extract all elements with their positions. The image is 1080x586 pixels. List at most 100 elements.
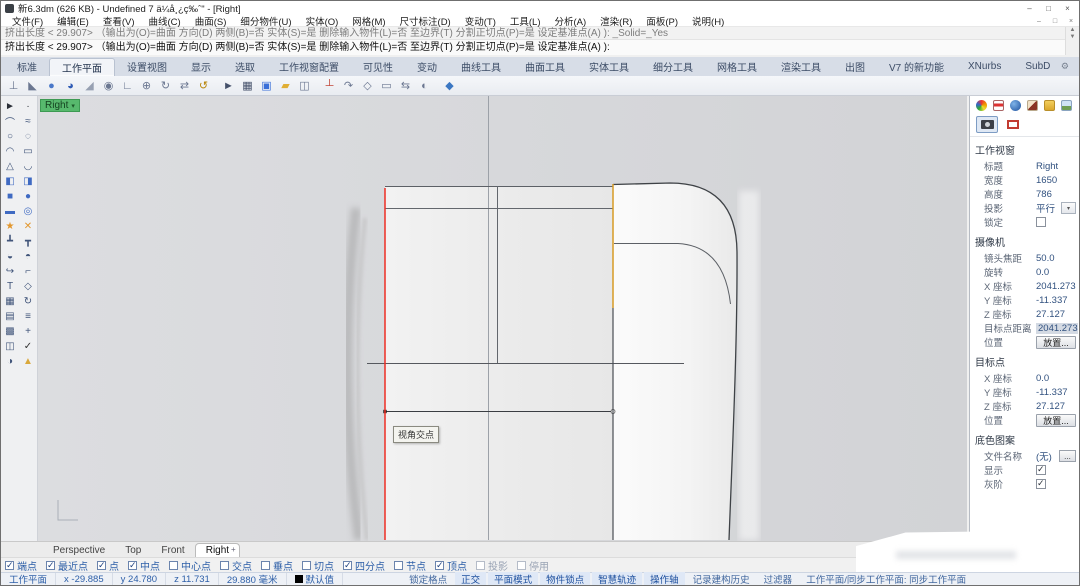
status-toggle[interactable]: 平面模式 <box>488 572 538 586</box>
polygon-icon[interactable]: △ <box>2 159 18 173</box>
toolbar-tab[interactable]: 网格工具 <box>705 58 769 76</box>
cplane-view-icon[interactable]: ∟ <box>118 77 137 95</box>
extrude-icon[interactable]: ◫ <box>2 339 18 353</box>
boolean-union-icon[interactable]: ◒ <box>2 249 18 263</box>
checkbox[interactable] <box>1036 479 1046 489</box>
status-toggle[interactable]: 锁定格点 <box>403 572 453 586</box>
place-button[interactable]: 放置... <box>1036 336 1076 349</box>
osnap-toggle[interactable]: 节点 <box>394 558 426 573</box>
property-value[interactable]: Right <box>1036 161 1058 172</box>
sphere-icon[interactable]: ● <box>20 189 36 203</box>
viewport-properties-tab[interactable] <box>976 116 998 133</box>
surface-icon[interactable]: ◧ <box>2 174 18 188</box>
rendering-icon[interactable] <box>1061 100 1072 111</box>
checkbox[interactable] <box>1036 465 1046 475</box>
property-value[interactable]: 平行 <box>1036 201 1055 215</box>
cplane-z-axis-icon[interactable]: ┴ <box>320 77 339 95</box>
property-value[interactable]: -11.337 <box>1036 295 1068 306</box>
named-cplane-icon[interactable]: ◫ <box>295 77 314 95</box>
cplane-icon[interactable]: ▤ <box>2 309 18 323</box>
undo-view-icon[interactable]: ↺ <box>194 77 213 95</box>
checkbox[interactable] <box>343 561 352 570</box>
property-value[interactable]: 786 <box>1036 189 1052 200</box>
property-value[interactable]: 0.0 <box>1036 267 1049 278</box>
osnap-toggle[interactable]: 垂点 <box>261 558 293 573</box>
viewport-tab[interactable]: Front <box>151 544 194 557</box>
layers-icon[interactable] <box>993 100 1004 111</box>
cplane-world-icon[interactable]: ⊥ <box>4 77 23 95</box>
menu-item[interactable]: 分析(A) <box>548 15 594 27</box>
osnap-toggle[interactable]: 停用 <box>517 558 549 573</box>
array-icon[interactable]: ▦ <box>2 294 18 308</box>
synchronize-views-icon[interactable]: ⇆ <box>396 77 415 95</box>
box-icon[interactable]: ■ <box>2 189 18 203</box>
rotate-view-icon[interactable]: ↷ <box>339 77 358 95</box>
menu-item[interactable]: 渲染(R) <box>593 15 639 27</box>
cplane-object-icon[interactable]: ◣ <box>23 77 42 95</box>
menu-item[interactable]: 面板(P) <box>639 15 685 27</box>
menu-item[interactable]: 说明(H) <box>685 15 731 27</box>
right-viewport[interactable]: Right▾ <box>38 96 967 541</box>
grid-options-icon[interactable]: ▦ <box>238 77 257 95</box>
menu-item[interactable]: 变动(T) <box>458 15 503 27</box>
handle-icon[interactable]: ⌐ <box>20 264 36 278</box>
osnap-toggle[interactable]: 投影 <box>476 558 508 573</box>
scroll-up-icon[interactable]: ▲ <box>1070 27 1076 34</box>
toolbar-tab[interactable]: 变动 <box>405 58 449 76</box>
status-cell[interactable]: 29.880 毫米 <box>219 573 287 586</box>
checkbox[interactable] <box>476 561 485 570</box>
menu-item[interactable]: 工具(L) <box>503 15 548 27</box>
camera-toggle-icon[interactable]: ◐ <box>415 77 434 95</box>
chevron-down-icon[interactable]: ▾ <box>1061 202 1076 214</box>
toolbar-tab[interactable]: 曲面工具 <box>513 58 577 76</box>
child-restore-button[interactable]: □ <box>1047 16 1063 27</box>
status-toggle[interactable]: 过滤器 <box>758 572 799 586</box>
cplane-origin-icon[interactable]: ⊕ <box>137 77 156 95</box>
status-toggle[interactable]: 正交 <box>455 572 486 586</box>
sweep-icon[interactable]: ◨ <box>20 174 36 188</box>
status-cell[interactable]: 工作平面 <box>1 573 56 586</box>
property-value[interactable]: -11.337 <box>1036 387 1068 398</box>
status-toggle[interactable]: 记录建构历史 <box>687 572 756 586</box>
layers-list-icon[interactable]: ≡ <box>20 309 36 323</box>
move-cplane-icon[interactable]: ⇄ <box>175 77 194 95</box>
check-icon[interactable]: ✓ <box>20 339 36 353</box>
save-view-icon[interactable]: ▣ <box>257 77 276 95</box>
checkbox[interactable] <box>220 561 229 570</box>
menu-item[interactable]: 尺寸标注(D) <box>393 15 458 27</box>
cplane-sphere-icon[interactable]: ● <box>42 77 61 95</box>
child-minimize-button[interactable]: – <box>1031 16 1047 27</box>
libraries-icon[interactable] <box>1044 100 1055 111</box>
menu-item[interactable]: 细分物件(U) <box>233 15 298 27</box>
properties-icon[interactable] <box>976 100 987 111</box>
ellipse-icon[interactable]: ◌ <box>20 129 36 143</box>
toolbar-tab[interactable]: 标准 <box>5 58 49 76</box>
trim-icon[interactable]: ✕ <box>20 219 36 233</box>
checkbox[interactable] <box>517 561 526 570</box>
osnap-toggle[interactable]: 四分点 <box>343 558 385 573</box>
cylinder-icon[interactable]: ▬ <box>2 204 18 218</box>
toolbar-tab[interactable]: 出图 <box>833 58 877 76</box>
cplane-surface-icon[interactable]: ◢ <box>80 77 99 95</box>
control-curve-icon[interactable]: ≈ <box>20 114 36 128</box>
viewport-tab[interactable]: Perspective <box>43 544 115 557</box>
solid-edit-icon[interactable]: ◎ <box>20 204 36 218</box>
checkbox[interactable] <box>128 561 137 570</box>
checkbox[interactable] <box>261 561 270 570</box>
close-button[interactable]: × <box>1058 2 1077 15</box>
command-prompt-line[interactable]: 挤出长度 < 29.907> （输出为(O)=曲面 方向(D) 两侧(B)=否 … <box>1 40 1065 55</box>
display-icon[interactable] <box>1010 100 1021 111</box>
set-view-icon[interactable]: ◇ <box>358 77 377 95</box>
arc-icon[interactable]: ◠ <box>2 144 18 158</box>
scroll-down-icon[interactable]: ▼ <box>1070 34 1076 41</box>
osnap-toggle[interactable]: 最近点 <box>46 558 88 573</box>
property-value[interactable]: 2041.273 <box>1036 281 1076 292</box>
toolbar-tab[interactable]: 实体工具 <box>577 58 641 76</box>
status-cell[interactable]: y 24.780 <box>113 573 166 586</box>
open-folder-icon[interactable]: ▰ <box>276 77 295 95</box>
property-value[interactable]: 27.127 <box>1036 309 1065 320</box>
property-value[interactable]: 0.0 <box>1036 373 1049 384</box>
rectangle-icon[interactable]: ▭ <box>20 144 36 158</box>
scale-icon[interactable]: ◇ <box>20 279 36 293</box>
curve-from-object-icon[interactable]: ◡ <box>20 159 36 173</box>
